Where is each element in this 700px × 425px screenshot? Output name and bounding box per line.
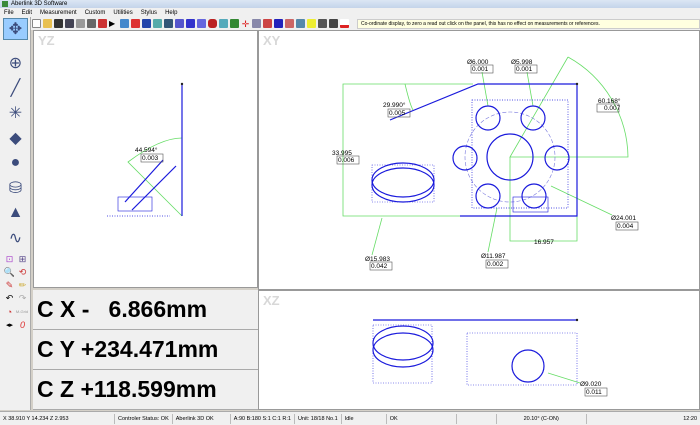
curve-icon[interactable]: ∿	[3, 227, 28, 249]
camera-icon[interactable]	[329, 19, 338, 28]
monitor-icon[interactable]	[164, 19, 173, 28]
wifi-icon[interactable]	[175, 19, 184, 28]
status-coords: X 38.910 Y 14.234 Z 2.953	[0, 413, 115, 424]
open-folder-icon[interactable]	[43, 19, 52, 28]
thermometer-icon[interactable]	[340, 19, 349, 28]
report-icon[interactable]	[131, 19, 140, 28]
status-bar: X 38.910 Y 14.234 Z 2.953 Controler Stat…	[0, 411, 700, 425]
title-bar: Aberlink 3D Software	[0, 0, 700, 8]
zoom-window-icon[interactable]: ⊞	[17, 254, 28, 265]
yz-view-label: YZ	[38, 33, 55, 48]
spc-icon[interactable]	[186, 19, 195, 28]
counter-value: 0	[19, 319, 25, 330]
lightning-icon[interactable]	[307, 19, 316, 28]
save-icon[interactable]	[54, 19, 63, 28]
readout-x[interactable]: C X - 6.866mm	[33, 290, 258, 330]
window-title: Aberlink 3D Software	[11, 1, 68, 7]
pencil-icon[interactable]: ✏	[17, 280, 28, 291]
cylinder-icon[interactable]: ⛁	[3, 177, 28, 199]
status-empty	[457, 413, 497, 424]
key-icon[interactable]	[296, 19, 305, 28]
menu-custom[interactable]: Custom	[81, 10, 110, 16]
m-icon[interactable]	[274, 19, 283, 28]
status-time: 12:20	[683, 415, 697, 422]
help-icon[interactable]	[263, 19, 272, 28]
stop-icon[interactable]	[208, 19, 217, 28]
stylus-icon[interactable]	[318, 19, 327, 28]
app-logo-icon	[2, 1, 8, 7]
status-angles: A:90 B:180 S:1 C:1 R:1	[231, 413, 295, 424]
menu-help[interactable]: Help	[161, 10, 181, 16]
new-file-icon[interactable]	[32, 19, 41, 28]
readout-z[interactable]: C Z +118.599mm	[33, 370, 258, 410]
status-unit: Unit: 18/18 No.1	[295, 413, 342, 424]
status-software: Aberlink 3D OK	[173, 413, 231, 424]
m-grid-button[interactable]: M-Grid	[15, 306, 29, 317]
xy-view[interactable]: XY	[258, 30, 700, 290]
coordinate-readout[interactable]: C X - 6.866mm C Y +234.471mm C Z +118.59…	[33, 290, 258, 410]
menu-edit[interactable]: Edit	[18, 10, 36, 16]
status-state: Idle	[342, 413, 387, 424]
play-icon[interactable]: ▶	[109, 19, 118, 28]
machine-icon[interactable]	[153, 19, 162, 28]
arrows-icon[interactable]: ◂▸	[4, 319, 15, 330]
xy-view-label: XY	[263, 33, 281, 48]
menu-file[interactable]: File	[0, 10, 18, 16]
menu-utilities[interactable]: Utilities	[109, 10, 136, 16]
hint-bar: Co-ordinate display, to zero a read out …	[357, 18, 700, 29]
menu-measurement[interactable]: Measurement	[36, 10, 81, 16]
crosshair-icon[interactable]: ✛	[241, 19, 250, 29]
save-as-icon[interactable]	[65, 19, 74, 28]
line-icon[interactable]: ╱	[3, 77, 28, 99]
eraser-icon[interactable]: ✎	[4, 280, 15, 291]
plane-icon[interactable]: ◆	[3, 127, 28, 149]
grid-icon[interactable]	[76, 19, 85, 28]
xz-view[interactable]: XZ	[258, 290, 700, 410]
circle-icon[interactable]: ⊕	[3, 52, 28, 74]
yz-view[interactable]: YZ	[33, 30, 258, 288]
status-temperature: 20.10° (C-ON)	[497, 413, 587, 424]
palette-icon[interactable]	[98, 19, 107, 28]
sphere-icon[interactable]: ●	[3, 152, 28, 174]
scissors-icon[interactable]	[285, 19, 294, 28]
zoom-fit-icon[interactable]: ⊡	[4, 254, 15, 265]
car-icon[interactable]	[230, 19, 239, 28]
readout-y[interactable]: C Y +234.471mm	[33, 330, 258, 370]
redo-icon[interactable]: ↷	[17, 293, 28, 304]
point-icon[interactable]: ✳	[3, 102, 28, 124]
timer-icon[interactable]: ◔	[4, 306, 15, 317]
main-toolbar: ▶ ✛ Co-ordinate display, to zero a read …	[30, 17, 700, 30]
axes-icon[interactable]: ✥	[3, 18, 28, 40]
menu-bar: File Edit Measurement Custom Utilities S…	[0, 8, 700, 17]
status-controller: Controler Status: OK	[115, 413, 173, 424]
move-icon[interactable]	[219, 19, 228, 28]
menu-stylus[interactable]: Stylus	[137, 10, 161, 16]
status-ok: OK	[387, 413, 457, 424]
print-icon[interactable]	[87, 19, 96, 28]
datum-icon[interactable]	[252, 19, 261, 28]
rotate-icon[interactable]: ⟲	[17, 267, 28, 278]
person-icon[interactable]	[197, 19, 206, 28]
undo-icon[interactable]: ↶	[4, 293, 15, 304]
zoom-icon[interactable]: 🔍	[4, 267, 15, 278]
feature-toolbar: ✥ ⊕ ╱ ✳ ◆ ● ⛁ ▲ ∿ ⊡ ⊞ 🔍 ⟲ ✎ ✏ ↶ ↷ ◔ M-Gr…	[0, 17, 31, 410]
xz-view-label: XZ	[263, 293, 280, 308]
probe-icon[interactable]	[142, 19, 151, 28]
chart-icon[interactable]	[120, 19, 129, 28]
cone-icon[interactable]: ▲	[3, 202, 28, 224]
